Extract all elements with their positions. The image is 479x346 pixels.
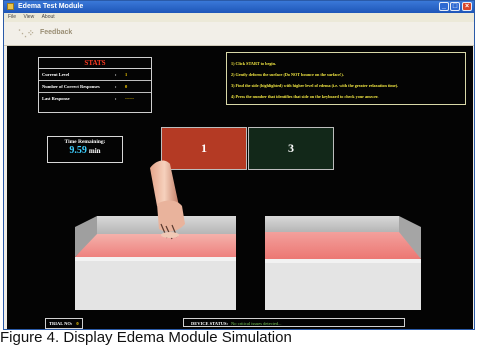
left-block-front xyxy=(75,257,236,310)
toolbar: ⋱⁘ Feedback xyxy=(4,22,474,46)
device-status-box: DEVICE STATUS: No critical issues detecte… xyxy=(183,318,405,327)
right-block-back-wall xyxy=(265,216,399,232)
trial-value: 0 xyxy=(76,321,79,326)
device-status-value: No critical issues detected... xyxy=(230,321,282,326)
minimize-button[interactable]: _ xyxy=(439,2,449,11)
right-block-front xyxy=(265,259,421,310)
right-block-surface[interactable] xyxy=(265,232,421,259)
maximize-button[interactable]: □ xyxy=(450,2,460,11)
app-window: Edema Test Module _ □ × File View About … xyxy=(3,0,475,330)
menu-item-view[interactable]: View xyxy=(23,14,34,20)
trial-label: TRIAL NO: xyxy=(49,321,73,326)
device-status-label: DEVICE STATUS: xyxy=(191,321,228,326)
right-tissue-block[interactable] xyxy=(265,216,421,310)
app-icon xyxy=(7,3,14,10)
title-bar[interactable]: Edema Test Module _ □ × xyxy=(4,1,474,13)
left-block-front-edge xyxy=(75,257,236,261)
menu-item-file[interactable]: File xyxy=(8,14,16,20)
sparkle-icon: ⋱⁘ xyxy=(18,28,35,38)
feedback-label: Feedback xyxy=(40,29,73,36)
simulation-stage[interactable]: STATS Current Level : 1 Number of Correc… xyxy=(7,46,473,329)
trial-number-box: TRIAL NO: 0 xyxy=(45,318,83,329)
right-block-front-edge xyxy=(265,259,421,263)
feedback-button[interactable]: ⋱⁘ Feedback xyxy=(18,25,80,41)
close-button[interactable]: × xyxy=(462,2,472,11)
tissue-scene xyxy=(75,160,421,310)
left-tissue-block[interactable] xyxy=(75,216,236,310)
window-title: Edema Test Module xyxy=(18,3,84,10)
menu-item-about[interactable]: About xyxy=(42,14,55,20)
menu-bar: File View About xyxy=(4,13,474,22)
figure-caption: Figure 4. Display Edema Module Simulatio… xyxy=(0,329,292,346)
left-block-surface[interactable] xyxy=(75,234,236,257)
